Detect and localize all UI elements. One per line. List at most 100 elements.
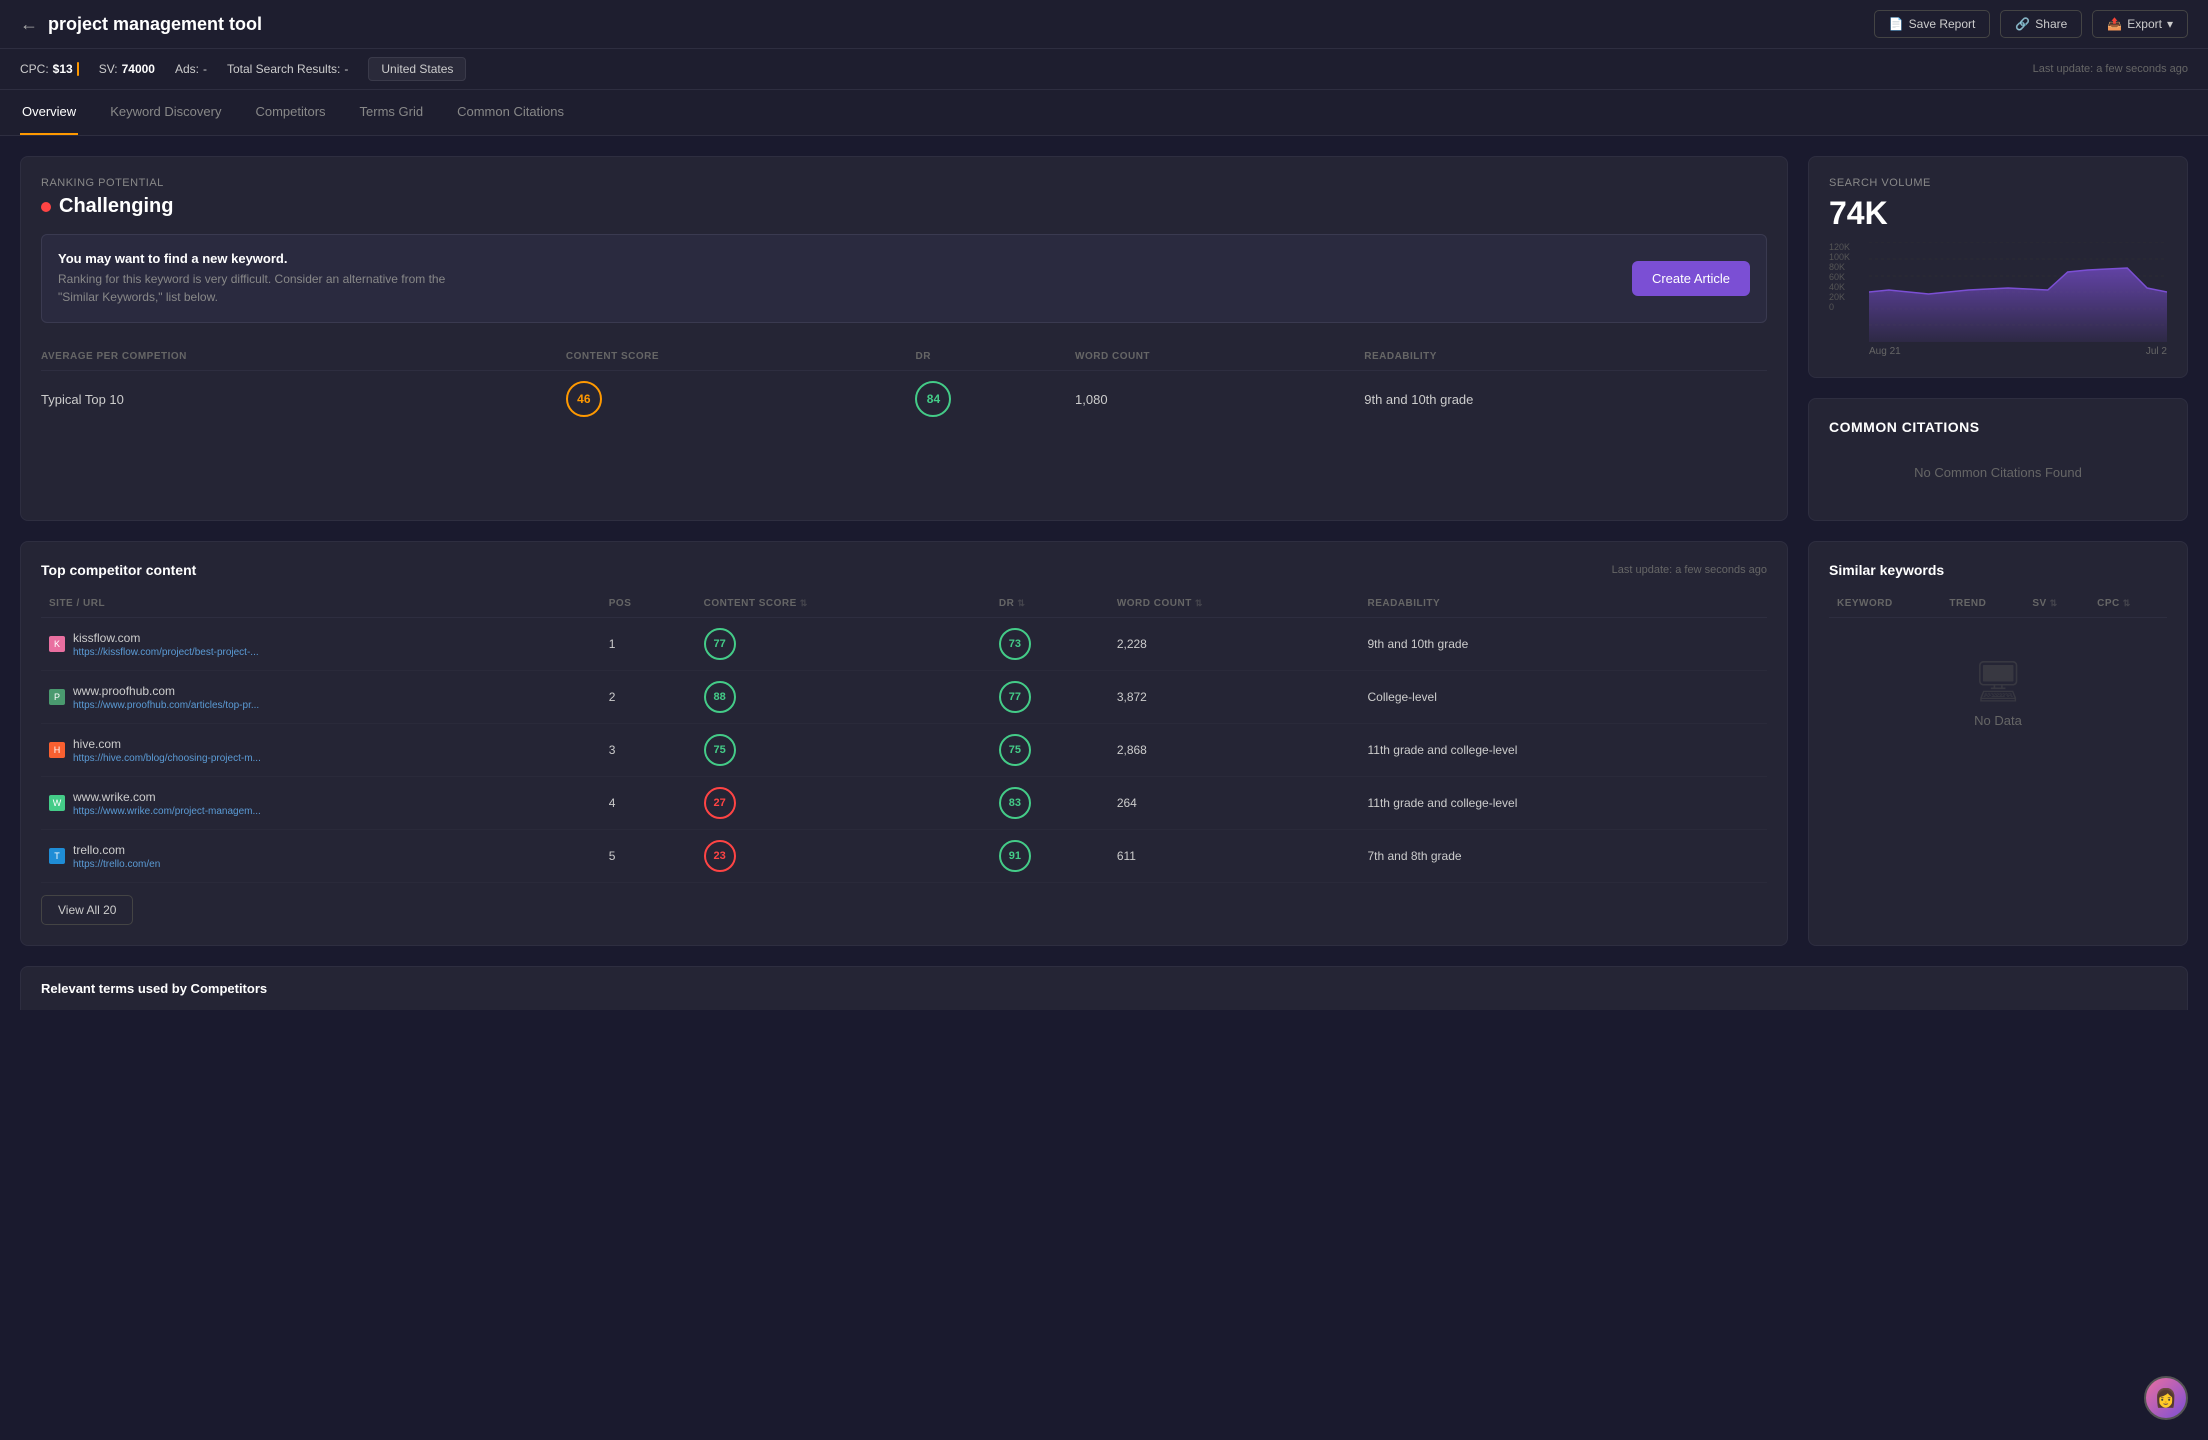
site-cell: K kissflow.com https://kissflow.com/proj…	[41, 618, 601, 671]
site-cell: T trello.com https://trello.com/en	[41, 830, 601, 883]
cs-cell: 88	[696, 671, 991, 724]
user-avatar[interactable]: 👩	[2144, 1376, 2188, 1420]
stat-divider	[77, 62, 79, 76]
col-dr-sort[interactable]: DR	[991, 590, 1109, 618]
table-row: W www.wrike.com https://www.wrike.com/pr…	[41, 777, 1767, 830]
wc-cell: 611	[1109, 830, 1360, 883]
sv-value: 74K	[1829, 195, 2167, 232]
site-info: trello.com https://trello.com/en	[73, 843, 160, 870]
region-selector[interactable]: United States	[368, 57, 466, 81]
col-readability: READABILITY	[1364, 343, 1767, 371]
site-name: www.proofhub.com	[73, 684, 259, 698]
table-row: P www.proofhub.com https://www.proofhub.…	[41, 671, 1767, 724]
dr-circle: 84	[915, 381, 951, 417]
share-button[interactable]: 🔗 Share	[2000, 10, 2082, 38]
site-cell: P www.proofhub.com https://www.proofhub.…	[41, 671, 601, 724]
dr-badge: 83	[999, 787, 1031, 819]
header-left: ← project management tool	[20, 14, 262, 35]
right-panel: Search Volume 74K 120K 100K 80K 60K 40K …	[1808, 156, 2188, 521]
table-row: T trello.com https://trello.com/en 5 23 …	[41, 830, 1767, 883]
pos-cell: 1	[601, 618, 696, 671]
tab-common-citations[interactable]: Common Citations	[455, 90, 566, 135]
keywords-table: KEYWORD TREND SV CPC	[1829, 590, 2167, 618]
site-name: kissflow.com	[73, 631, 259, 645]
export-icon: 📤	[2107, 17, 2122, 31]
alert-body: Ranking for this keyword is very difficu…	[58, 270, 458, 306]
content-score-circle: 46	[566, 381, 602, 417]
col-keyword: KEYWORD	[1829, 590, 1941, 618]
readability-cell: 7th and 8th grade	[1359, 830, 1767, 883]
tab-competitors[interactable]: Competitors	[253, 90, 327, 135]
status-text: Challenging	[59, 195, 173, 218]
col-sv-sort[interactable]: SV	[2024, 590, 2089, 618]
page-title: project management tool	[48, 14, 262, 35]
site-favicon: K	[49, 636, 65, 652]
cs-cell: 75	[696, 724, 991, 777]
avatar-image: 👩	[2155, 1388, 2177, 1409]
tab-keyword-discovery[interactable]: Keyword Discovery	[108, 90, 223, 135]
back-button[interactable]: ←	[20, 14, 38, 35]
view-all-button[interactable]: View All 20	[41, 895, 133, 925]
row-content-score: 46	[566, 371, 916, 428]
nav-tabs: Overview Keyword Discovery Competitors T…	[0, 90, 2208, 136]
alert-title: You may want to find a new keyword.	[58, 251, 458, 266]
tab-terms-grid[interactable]: Terms Grid	[358, 90, 426, 135]
no-data-label: No Data	[1974, 713, 2022, 728]
dr-cell: 75	[991, 724, 1109, 777]
dr-badge: 77	[999, 681, 1031, 713]
col-content-score-sort[interactable]: CONTENT SCORE	[696, 590, 991, 618]
table-row: H hive.com https://hive.com/blog/choosin…	[41, 724, 1767, 777]
dr-cell: 91	[991, 830, 1109, 883]
pos-cell: 5	[601, 830, 696, 883]
similar-keywords-title: Similar keywords	[1829, 562, 2167, 578]
stats-left: CPC: $13 SV: 74000 Ads: - Total Search R…	[20, 57, 466, 81]
create-article-button[interactable]: Create Article	[1632, 261, 1750, 296]
cs-cell: 23	[696, 830, 991, 883]
sv-stat: SV: 74000	[99, 62, 155, 76]
site-name: www.wrike.com	[73, 790, 261, 804]
common-citations-card: Common Citations No Common Citations Fou…	[1808, 398, 2188, 521]
col-trend: TREND	[1941, 590, 2024, 618]
ranking-card: Ranking Potential Challenging You may wa…	[20, 156, 1788, 521]
total-stat: Total Search Results: -	[227, 62, 348, 76]
site-favicon: H	[49, 742, 65, 758]
col-word-count-sort[interactable]: WORD COUNT	[1109, 590, 1360, 618]
save-report-button[interactable]: 📄 Save Report	[1874, 10, 1991, 38]
no-data-icon: 🖥	[1973, 658, 2024, 705]
wc-cell: 264	[1109, 777, 1360, 830]
bottom-section: Top competitor content Last update: a fe…	[0, 541, 2208, 966]
site-url[interactable]: https://www.wrike.com/project-managem...	[73, 806, 261, 817]
chevron-down-icon: ▾	[2167, 17, 2173, 31]
stats-bar: CPC: $13 SV: 74000 Ads: - Total Search R…	[0, 49, 2208, 90]
col-pos: POS	[601, 590, 696, 618]
site-favicon: P	[49, 689, 65, 705]
site-info: www.proofhub.com https://www.proofhub.co…	[73, 684, 259, 711]
dr-cell: 77	[991, 671, 1109, 724]
main-content: Ranking Potential Challenging You may wa…	[0, 136, 2208, 541]
search-volume-card: Search Volume 74K 120K 100K 80K 60K 40K …	[1808, 156, 2188, 378]
cs-cell: 27	[696, 777, 991, 830]
col-content-score: CONTENT SCORE	[566, 343, 916, 371]
competitor-update: Last update: a few seconds ago	[1612, 564, 1767, 576]
competitor-table: SITE / URL POS CONTENT SCORE DR WORD COU…	[41, 590, 1767, 883]
pos-cell: 3	[601, 724, 696, 777]
status-dot	[41, 202, 51, 212]
wc-cell: 3,872	[1109, 671, 1360, 724]
tab-overview[interactable]: Overview	[20, 90, 78, 135]
export-button[interactable]: 📤 Export ▾	[2092, 10, 2188, 38]
col-dr: DR	[915, 343, 1075, 371]
footer-teaser: Relevant terms used by Competitors	[20, 966, 2188, 1010]
citations-no-data: No Common Citations Found	[1829, 445, 2167, 500]
dr-badge: 75	[999, 734, 1031, 766]
site-url[interactable]: https://trello.com/en	[73, 859, 160, 870]
site-url[interactable]: https://www.proofhub.com/articles/top-pr…	[73, 700, 259, 711]
site-url[interactable]: https://hive.com/blog/choosing-project-m…	[73, 753, 261, 764]
site-url[interactable]: https://kissflow.com/project/best-projec…	[73, 647, 259, 658]
chart-area	[1869, 242, 2167, 342]
sv-label: Search Volume	[1829, 177, 2167, 189]
col-readability: READABILITY	[1359, 590, 1767, 618]
no-data-container: 🖥 No Data	[1829, 618, 2167, 768]
col-cpc-sort[interactable]: CPC	[2089, 590, 2167, 618]
y-axis-labels: 120K 100K 80K 60K 40K 20K 0	[1829, 242, 1865, 312]
dr-badge: 73	[999, 628, 1031, 660]
